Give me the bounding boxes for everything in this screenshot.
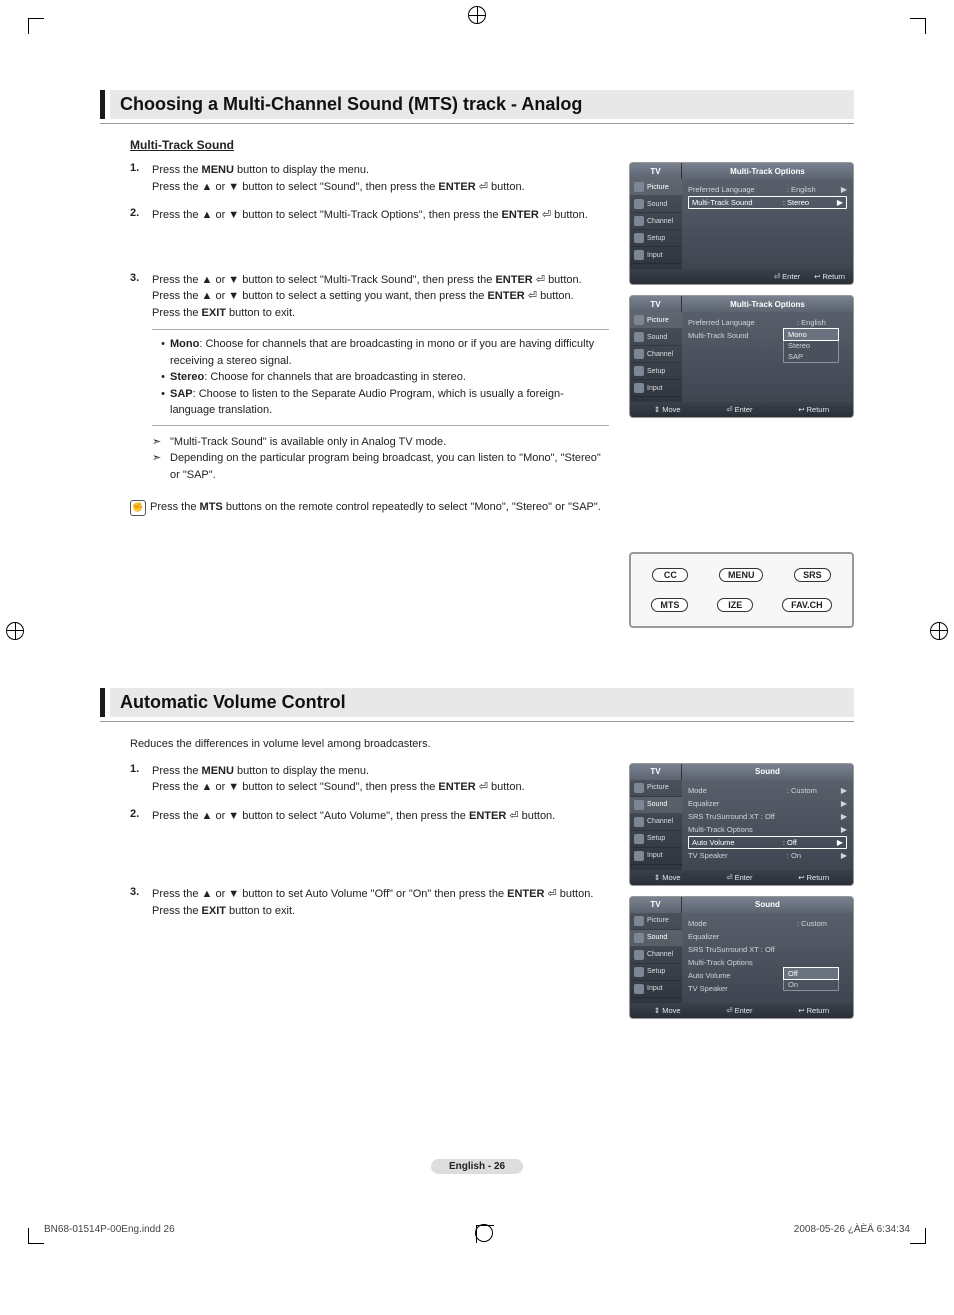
step-number: 1. (130, 162, 152, 195)
subheading: Multi-Track Sound (130, 138, 854, 152)
osd-dropdown-stereo: Stereo (784, 340, 838, 351)
osd-dropdown: Off On (783, 967, 839, 991)
osd-side-channel: Channel (630, 213, 682, 230)
step-text: Press the EXIT button to exit. (152, 905, 295, 917)
osd-side-input: Input (630, 247, 682, 264)
step-text: Press the ▲ or ▼ button to select "Multi… (152, 274, 582, 286)
step-text: Press the ▲ or ▼ button to select "Auto … (152, 808, 609, 825)
osd-row-selected: Multi-Track Sound: Stereo▶ (688, 196, 847, 209)
remote-favch-button: FAV.CH (782, 598, 832, 612)
options-box: •Mono: Choose for channels that are broa… (152, 329, 609, 426)
osd-side-picture: Picture (630, 179, 682, 196)
osd-dropdown-on: On (784, 979, 838, 990)
osd-multitrack-options: TV Multi-Track Options Picture Sound Cha… (629, 162, 854, 285)
remote-tip: Press the MTS buttons on the remote cont… (150, 499, 601, 516)
remote-icon: ✊ (130, 500, 146, 516)
print-file: BN68-01514P-00Eng.indd 26 (44, 1224, 175, 1242)
note-icon: ➣ (152, 434, 170, 451)
osd-row-selected: Auto Volume: Off▶ (688, 836, 847, 849)
osd-side-setup: Setup (630, 230, 682, 247)
osd-footer-return: ↩ Return (814, 272, 845, 281)
note-icon: ➣ (152, 450, 170, 483)
page-number: English - 26 (431, 1159, 523, 1174)
note-text: Depending on the particular program bein… (170, 450, 609, 483)
step-text: Press the ▲ or ▼ button to select a sett… (152, 290, 574, 302)
remote-srs-button: SRS (794, 568, 831, 582)
step-text: Press the ▲ or ▼ button to select "Multi… (152, 207, 609, 224)
osd-tv-tab: TV (630, 163, 682, 179)
step-text: Press the MENU button to display the men… (152, 763, 609, 796)
option-stereo: Stereo: Choose for channels that are bro… (170, 369, 605, 386)
section-title: Automatic Volume Control (100, 688, 854, 717)
section-title-text: Choosing a Multi-Channel Sound (MTS) tra… (110, 90, 854, 119)
osd-sound-menu: TV Sound Picture Sound Channel Setup Inp… (629, 763, 854, 886)
section-title: Choosing a Multi-Channel Sound (MTS) tra… (100, 90, 854, 119)
step-text: Press the ▲ or ▼ button to set Auto Volu… (152, 888, 593, 900)
osd-footer-move: ⇕ Move (654, 405, 681, 414)
remote-diagram: CC MENU SRS MTS IZE FAV.CH (629, 552, 854, 628)
step-number: 2. (130, 207, 152, 224)
option-mono: Mono: Choose for channels that are broad… (170, 336, 605, 369)
remote-cc-button: CC (652, 568, 688, 582)
osd-multitrack-sound-dropdown: TV Multi-Track Options Picture Sound Cha… (629, 295, 854, 418)
step-text: Press the EXIT button to exit. (152, 307, 295, 319)
osd-side-sound: Sound (630, 196, 682, 213)
remote-menu-button: MENU (719, 568, 764, 582)
print-timestamp: 2008-05-26 ¿ÀÈÄ 6:34:34 (794, 1224, 910, 1242)
step-text: Press the MENU button to display the men… (152, 162, 609, 195)
option-sap: SAP: Choose to listen to the Separate Au… (170, 386, 605, 419)
osd-title: Multi-Track Options (682, 163, 853, 179)
osd-dropdown-sap: SAP (784, 351, 838, 362)
section-title-text: Automatic Volume Control (110, 688, 854, 717)
osd-footer-enter: ⏎ Enter (774, 272, 800, 281)
osd-auto-volume-dropdown: TV Sound Picture Sound Channel Setup Inp… (629, 896, 854, 1019)
remote-size-button: IZE (717, 598, 753, 612)
step-number: 3. (130, 272, 152, 484)
note-text: "Multi-Track Sound" is available only in… (170, 434, 446, 451)
section-intro: Reduces the differences in volume level … (130, 736, 854, 753)
osd-dropdown: Mono Stereo SAP (783, 328, 839, 363)
remote-mts-button: MTS (651, 598, 688, 612)
